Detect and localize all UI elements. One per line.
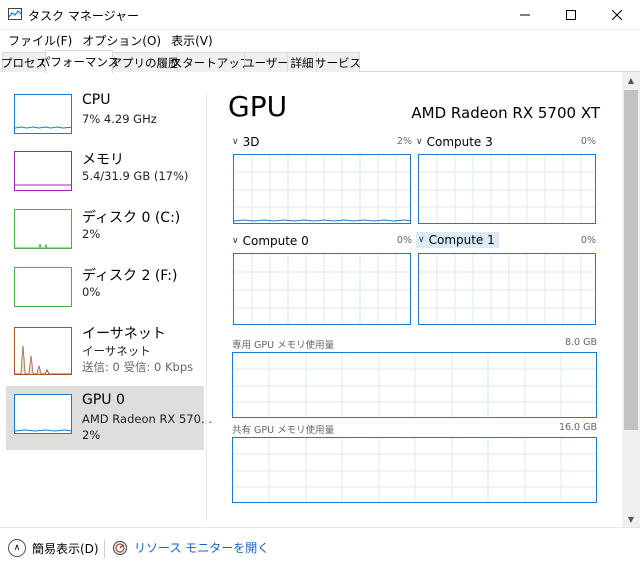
ethernet-title: イーサネット: [82, 326, 166, 342]
memory-title: メモリ: [82, 152, 124, 168]
menu-view[interactable]: 表示(V): [167, 32, 217, 49]
cpu-title: CPU: [82, 92, 111, 108]
fewer-details-label: 簡易表示(D): [32, 541, 99, 556]
menu-bar: ファイル(F) オプション(O) 表示(V): [0, 30, 640, 50]
disk-0-title: ディスク 0 (C:): [82, 210, 181, 226]
footer-divider: [104, 540, 105, 558]
disk-0-thumbnail-graph: [14, 209, 72, 249]
disk-2-title: ディスク 2 (F:): [82, 268, 178, 284]
tab-details[interactable]: 詳細: [287, 52, 317, 72]
dedicated-memory-graph: [232, 352, 597, 418]
ethernet-name: イーサネット: [82, 344, 151, 358]
cpu-usage: 7% 4.29 GHz: [82, 112, 157, 126]
tab-bar: プロセス パフォーマンス アプリの履歴 スタートアップ ユーザー 詳細 サービス: [0, 50, 640, 73]
engine-graph-compute-1: [418, 253, 596, 325]
pane-separator[interactable]: [206, 92, 207, 522]
resource-monitor-icon: [112, 540, 128, 555]
tab-startup[interactable]: スタートアップ: [171, 52, 251, 72]
engine-label-3d: 3D: [242, 135, 260, 149]
engine-graph-compute-3: [418, 154, 596, 224]
sidebar-item-memory[interactable]: メモリ 5.4/31.9 GB (17%): [6, 149, 204, 215]
window-title: タスク マネージャー: [28, 9, 139, 23]
menu-file[interactable]: ファイル(F): [4, 32, 76, 49]
engine-percent-compute-1: 0%: [580, 235, 596, 246]
maximize-icon: [566, 10, 576, 20]
vertical-scrollbar[interactable]: ▲ ▼: [622, 72, 640, 527]
maximize-button[interactable]: [548, 0, 594, 30]
scrollbar-thumb[interactable]: [624, 90, 638, 430]
cpu-thumbnail-graph: [14, 94, 72, 134]
chevron-down-icon: ∨: [232, 137, 239, 147]
gpu-0-thumbnail-graph: [14, 394, 72, 434]
dedicated-memory-label: 専用 GPU メモリ使用量: [232, 340, 335, 351]
performance-content: CPU 7% 4.29 GHz メモリ 5.4/31.9 GB (17%) ディ…: [0, 72, 640, 527]
scroll-up-arrow-icon[interactable]: ▲: [622, 72, 640, 88]
engine-select-compute-3[interactable]: ∨ Compute 3: [416, 135, 493, 149]
sidebar-item-gpu-0[interactable]: GPU 0 AMD Radeon RX 570... 2%: [6, 386, 212, 450]
engine-select-3d[interactable]: ∨ 3D: [232, 135, 259, 149]
tab-app-history[interactable]: アプリの履歴: [111, 52, 180, 72]
dedicated-memory-max: 8.0 GB: [564, 337, 597, 348]
engine-graph-3d: [233, 154, 411, 224]
close-icon: [612, 10, 622, 20]
open-resource-monitor-link[interactable]: リソース モニターを開く: [112, 539, 269, 556]
ethernet-throughput: 送信: 0 受信: 0 Kbps: [82, 360, 194, 374]
footer-bar: ∧ 簡易表示(D) リソース モニターを開く: [0, 527, 640, 570]
engine-label-compute-3: Compute 3: [426, 135, 493, 149]
gpu-0-title: GPU 0: [82, 392, 125, 408]
memory-usage: 5.4/31.9 GB (17%): [82, 169, 189, 183]
disk-2-usage: 0%: [82, 285, 101, 299]
fewer-details-button[interactable]: ∧ 簡易表示(D): [8, 539, 99, 557]
task-manager-icon: [8, 8, 22, 20]
close-button[interactable]: [594, 0, 640, 30]
chevron-down-icon: ∨: [418, 235, 425, 245]
disk-0-usage: 2%: [82, 227, 101, 241]
minimize-button[interactable]: [502, 0, 548, 30]
gpu-0-usage: 2%: [82, 428, 101, 442]
shared-memory-label: 共有 GPU メモリ使用量: [232, 425, 335, 436]
minimize-icon: [520, 14, 530, 16]
chevron-down-icon: ∨: [232, 236, 239, 246]
sidebar-item-disk-0[interactable]: ディスク 0 (C:) 2%: [6, 207, 204, 273]
chevron-down-icon: ∨: [416, 137, 423, 147]
gpu-model-name: AMD Radeon RX 5700 XT: [411, 104, 600, 122]
engine-select-compute-1[interactable]: ∨ Compute 1: [416, 232, 499, 248]
tab-users[interactable]: ユーザー: [243, 52, 289, 72]
sidebar-item-disk-2[interactable]: ディスク 2 (F:) 0%: [6, 265, 204, 331]
engine-select-compute-0[interactable]: ∨ Compute 0: [232, 234, 309, 248]
engine-label-compute-0: Compute 0: [242, 234, 309, 248]
chevron-up-icon: ∧: [8, 539, 26, 557]
sidebar-item-ethernet[interactable]: イーサネット イーサネット 送信: 0 受信: 0 Kbps: [6, 323, 204, 383]
gpu-0-model: AMD Radeon RX 570...: [82, 412, 212, 426]
title-bar[interactable]: タスク マネージャー: [0, 0, 640, 30]
scroll-down-arrow-icon[interactable]: ▼: [622, 511, 640, 527]
engine-percent-3d: 2%: [396, 136, 412, 147]
tab-services[interactable]: サービス: [315, 52, 361, 72]
shared-memory-graph: [232, 437, 597, 503]
engine-percent-compute-0: 0%: [396, 235, 412, 246]
menu-options[interactable]: オプション(O): [78, 32, 165, 49]
shared-memory-max: 16.0 GB: [558, 422, 597, 433]
ethernet-thumbnail-graph: [14, 327, 72, 375]
tab-performance[interactable]: パフォーマンス: [39, 50, 119, 73]
memory-thumbnail-graph: [14, 151, 72, 191]
page-title: GPU: [228, 90, 288, 123]
engine-percent-compute-3: 0%: [580, 136, 596, 147]
open-resource-monitor-label: リソース モニターを開く: [134, 541, 270, 555]
disk-2-thumbnail-graph: [14, 267, 72, 307]
engine-label-compute-1: Compute 1: [428, 233, 495, 247]
engine-graph-compute-0: [233, 253, 411, 325]
